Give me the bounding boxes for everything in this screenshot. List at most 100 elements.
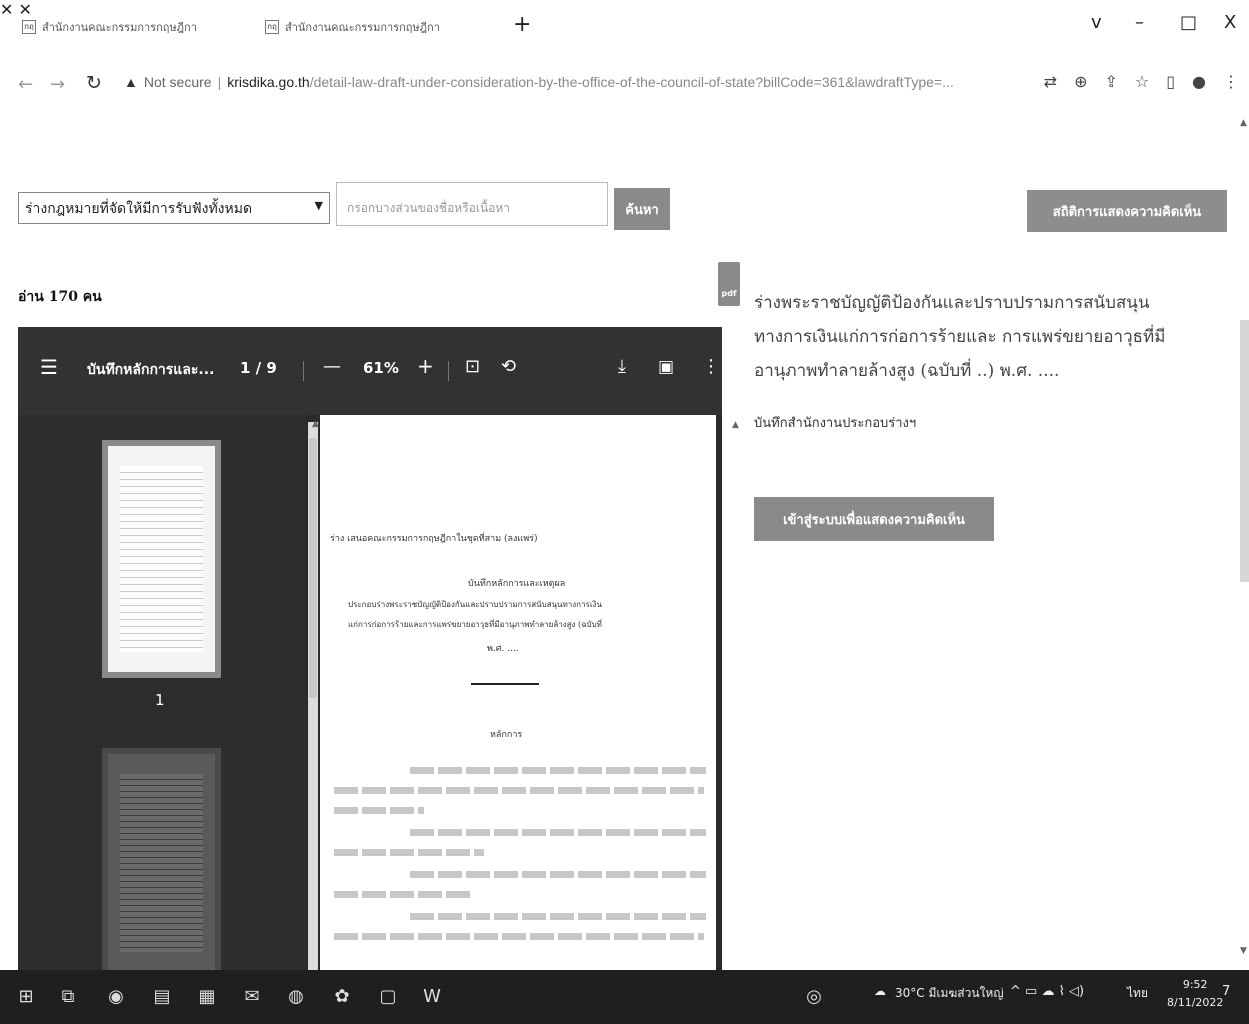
- tray-icons[interactable]: ^ ▭ ☁ ⌇ ◁): [1010, 984, 1084, 999]
- windows-start-icon[interactable]: ⊞: [14, 984, 38, 1008]
- page-paragraph-line: [410, 829, 706, 836]
- reload-icon[interactable]: ↻: [86, 72, 102, 94]
- page-scrollbar[interactable]: [1240, 320, 1249, 582]
- url-separator: |: [217, 74, 222, 90]
- zoom-icon[interactable]: ⊕: [1074, 72, 1087, 91]
- login-to-comment-button[interactable]: เข้าสู่ระบบเพื่อแสดงความคิดเห็น: [754, 497, 994, 541]
- site-favicon-icon: กฤ: [265, 20, 279, 34]
- page-memo-title: บันทึกหลักการและเหตุผล: [468, 579, 566, 589]
- page-line: ประกอบร่างพระราชบัญญัติป้องกันและปราบปรา…: [348, 600, 602, 609]
- store-icon[interactable]: ▦: [195, 984, 219, 1008]
- chevron-down-icon: ▼: [314, 199, 323, 212]
- page-line: พ.ศ. ....: [487, 644, 519, 654]
- menu-icon[interactable]: ☰: [40, 355, 58, 379]
- page-header: ร่าง เสนอคณะกรรมการกฤษฎีกาในชุดที่สาม (ล…: [330, 534, 538, 544]
- bookmark-star-icon[interactable]: ☆: [1135, 72, 1149, 91]
- language-indicator[interactable]: ไทย: [1127, 984, 1148, 1003]
- address-bar-row: ← → ↻ ▲ Not secure | krisdika.go.th/detail-…: [0, 60, 1249, 110]
- scroll-down-icon[interactable]: ▼: [1240, 946, 1247, 956]
- back-icon[interactable]: ←: [18, 74, 33, 95]
- rotate-icon[interactable]: ⟲: [501, 356, 516, 377]
- tab-search-icon[interactable]: v: [1091, 12, 1102, 33]
- tray-app-icon[interactable]: ◎: [802, 984, 826, 1008]
- thumbnail-lines: [120, 466, 203, 652]
- thumbnail-lines: [120, 774, 203, 952]
- page-paragraph-line: [334, 807, 424, 814]
- url-path: /detail-law-draft-under-consideration-by…: [309, 74, 954, 90]
- translate-icon[interactable]: ⇄: [1044, 72, 1057, 91]
- system-clock[interactable]: 9:52 8/11/2022: [1167, 976, 1223, 1012]
- pdf-title: บันทึกหลักการและ...: [87, 362, 215, 378]
- url-field[interactable]: ▲ Not secure | krisdika.go.th/detail-law-dr…: [124, 74, 954, 90]
- page-paragraph-line: [410, 913, 706, 920]
- new-tab-button[interactable]: +: [513, 14, 531, 36]
- profile-icon[interactable]: ●: [1192, 72, 1206, 91]
- search-button[interactable]: ค้นหา: [614, 188, 670, 230]
- pdf-file-icon[interactable]: pdf: [718, 262, 740, 306]
- app-icon[interactable]: ✿: [330, 984, 354, 1008]
- scrollbar-thumb[interactable]: [309, 438, 317, 698]
- pdf-scrollbar[interactable]: [308, 422, 318, 970]
- document-subtitle: บันทึกสำนักงานประกอบร่างฯ: [754, 416, 917, 431]
- scroll-up-icon[interactable]: ▲: [1240, 118, 1247, 128]
- forward-icon[interactable]: →: [50, 74, 65, 95]
- scroll-up-icon[interactable]: ▲: [312, 419, 319, 429]
- windows-taskbar: ⊞ ⧉ ◉ ▤ ▦ ✉ ◍ ✿ ▢ W ◎ ☁ 30°C มีเมฆส่วนให…: [0, 970, 1249, 1024]
- scroll-up-icon[interactable]: ▲: [732, 420, 739, 430]
- page-principle: หลักการ: [490, 730, 523, 740]
- zoom-out-icon[interactable]: —: [323, 356, 341, 377]
- minimize-button[interactable]: –: [1135, 12, 1144, 33]
- url-host: krisdika.go.th: [227, 74, 310, 90]
- page-thumbnail[interactable]: [102, 440, 221, 678]
- weather-text[interactable]: 30°C มีเมฆส่วนใหญ่: [895, 984, 1004, 1003]
- more-menu-icon[interactable]: ⋮: [1223, 72, 1239, 91]
- pdf-more-icon[interactable]: ⋮: [702, 356, 720, 377]
- browser-tab[interactable]: กฤ สำนักงานคณะกรรมการกฤษฎีกา: [265, 14, 440, 40]
- tab-close-icon[interactable]: ✕: [0, 0, 13, 19]
- filter-value: ร่างกฎหมายที่จัดให้มีการรับฟังทั้งหมด: [25, 201, 253, 217]
- search-input[interactable]: กรอกบางส่วนของชื่อหรือเนื้อหา: [336, 182, 608, 226]
- line-app-icon[interactable]: ▢: [376, 984, 400, 1008]
- share-icon[interactable]: ⇪: [1104, 72, 1117, 91]
- page-line: แก่การก่อการร้ายและการแพร่ขยายอาวุธที่มี…: [348, 620, 602, 629]
- sidepanel-icon[interactable]: ▯: [1166, 72, 1175, 91]
- word-icon[interactable]: W: [420, 984, 444, 1008]
- download-icon[interactable]: ⤓: [618, 356, 626, 377]
- toolbar-divider: [448, 361, 449, 381]
- thumbnail-sidebar: 1: [18, 415, 306, 970]
- page-paragraph-line: [334, 787, 704, 794]
- file-explorer-icon[interactable]: ▤: [150, 984, 174, 1008]
- page-indicator[interactable]: 1 / 9: [240, 359, 277, 377]
- tab-title: สำนักงานคณะกรรมการกฤษฎีกา: [285, 21, 440, 34]
- close-window-button[interactable]: X: [1224, 12, 1236, 33]
- browser-tab[interactable]: กฤ สำนักงานคณะกรรมการกฤษฎีกา: [22, 14, 197, 40]
- print-icon[interactable]: ▣: [658, 357, 674, 377]
- zoom-level[interactable]: 61%: [363, 359, 399, 377]
- page-paragraph-line: [410, 767, 706, 774]
- pdf-toolbar: ☰ บันทึกหลักการและ... 1 / 9 — 61% + ⊡ ⟲ …: [18, 327, 722, 415]
- law-filter-select[interactable]: ร่างกฎหมายที่จัดให้มีการรับฟังทั้งหมด ▼: [18, 192, 330, 224]
- tab-title: สำนักงานคณะกรรมการกฤษฎีกา: [42, 21, 197, 34]
- page-paragraph-line: [334, 933, 704, 940]
- edge-icon[interactable]: ◉: [104, 984, 128, 1008]
- fit-page-icon[interactable]: ⊡: [465, 356, 480, 377]
- clock-time: 9:52: [1182, 978, 1208, 991]
- page-thumbnail[interactable]: [102, 748, 221, 970]
- clock-date: 8/11/2022: [1167, 996, 1224, 1009]
- task-view-icon[interactable]: ⧉: [56, 984, 80, 1008]
- tab-strip: กฤ สำนักงานคณะกรรมการกฤษฎีกา ✕ กฤ สำนักง…: [0, 0, 1249, 52]
- pdf-viewer: ☰ บันทึกหลักการและ... 1 / 9 — 61% + ⊡ ⟲ …: [18, 327, 722, 970]
- comment-stats-button[interactable]: สถิติการแสดงความคิดเห็น: [1027, 190, 1227, 232]
- zoom-in-icon[interactable]: +: [417, 354, 434, 378]
- mail-icon[interactable]: ✉: [240, 984, 264, 1008]
- maximize-button[interactable]: □: [1180, 12, 1197, 33]
- weather-icon[interactable]: ☁: [874, 984, 886, 998]
- chrome-icon[interactable]: ◍: [284, 984, 308, 1008]
- notification-icon[interactable]: 7: [1222, 984, 1230, 999]
- page-paragraph-line: [334, 849, 484, 856]
- read-count: อ่าน 170 คน: [18, 289, 102, 305]
- page-paragraph-line: [334, 891, 474, 898]
- warning-icon: ▲: [124, 74, 138, 90]
- pdf-page: ร่าง เสนอคณะกรรมการกฤษฎีกาในชุดที่สาม (ล…: [320, 415, 716, 970]
- page-paragraph-line: [410, 871, 706, 878]
